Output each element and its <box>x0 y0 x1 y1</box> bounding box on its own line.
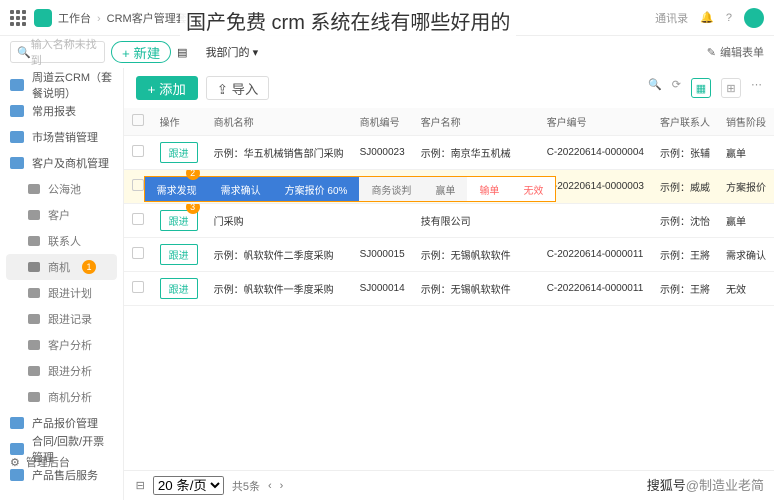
table-row[interactable]: 跟进示例：华五机械销售部门采购SJ000023示例：南京华五机械C-202206… <box>124 136 774 170</box>
flow-step[interactable]: 输单 <box>467 177 511 201</box>
sidebar: 周道云CRM（套餐说明）常用报表市场营销管理客户及商机管理公海池客户联系人商机1… <box>0 68 124 500</box>
add-button[interactable]: + 添加 <box>136 76 198 100</box>
settings-link[interactable]: ⚙ 管理后台 <box>10 454 70 470</box>
folder-icon <box>10 469 24 481</box>
flow-step[interactable]: 需求发现 <box>145 177 209 201</box>
folder-icon <box>28 236 40 246</box>
flow-step[interactable]: 需求确认 <box>209 177 273 201</box>
follow-button[interactable]: 跟进 <box>160 244 198 265</box>
folder-icon <box>10 105 24 117</box>
sidebar-item[interactable]: 市场营销管理 <box>0 124 123 150</box>
flow-step[interactable]: 方案报价 60% <box>273 177 360 201</box>
row-checkbox[interactable] <box>132 247 144 259</box>
sidebar-item[interactable]: 公海池 <box>0 176 123 202</box>
folder-icon <box>28 210 40 220</box>
folder-icon <box>28 392 40 402</box>
watermark: 搜狐号@制造业老简 <box>647 475 764 494</box>
sidebar-item[interactable]: 跟进分析 <box>0 358 123 384</box>
bell-icon[interactable]: 🔔 <box>700 11 714 24</box>
prev-page-icon[interactable]: ‹ <box>268 480 272 492</box>
edit-form-button[interactable]: ✎ 编辑表单 <box>707 44 764 60</box>
help-icon[interactable]: ? <box>726 12 732 24</box>
sidebar-item[interactable]: 周道云CRM（套餐说明） <box>0 72 123 98</box>
row-checkbox[interactable] <box>132 179 144 191</box>
filter-icon[interactable]: ▤ <box>177 46 187 59</box>
row-checkbox[interactable] <box>132 213 144 225</box>
flow-step[interactable]: 商务谈判 <box>359 177 423 201</box>
flow-step[interactable]: 无效 <box>511 177 555 201</box>
table-row[interactable]: 跟进示例：帆软软件一季度采购SJ000014示例：无锡帆软软件C-2022061… <box>124 272 774 306</box>
more-icon[interactable]: ⋯ <box>751 78 762 98</box>
overlay-title: 国产免费 crm 系统在线有哪些好用的 <box>180 4 516 37</box>
refresh-icon[interactable]: ⟳ <box>672 78 681 98</box>
import-button[interactable]: ⇪ 导入 <box>206 76 270 100</box>
folder-icon <box>10 79 24 91</box>
search-icon[interactable]: 🔍 <box>648 78 662 98</box>
folder-icon <box>28 314 40 324</box>
checkbox-all[interactable] <box>132 114 144 126</box>
logo-icon <box>34 9 52 27</box>
folder-icon <box>10 417 24 429</box>
folder-icon <box>10 157 24 169</box>
folder-icon <box>10 131 24 143</box>
data-table: 操作商机名称商机编号客户名称客户编号客户联系人销售阶段 跟进示例：华五机械销售部… <box>124 108 774 306</box>
avatar[interactable] <box>744 8 764 28</box>
dept-dropdown[interactable]: 我部门的 ▾ <box>206 44 259 60</box>
row-checkbox[interactable] <box>132 145 144 157</box>
page-size-select[interactable]: 20 条/页 <box>153 476 224 495</box>
view-list-icon[interactable]: ⊞ <box>721 78 741 98</box>
table-row[interactable]: 跟进示例：帆软软件二季度采购SJ000015示例：无锡帆软软件C-2022061… <box>124 238 774 272</box>
folder-icon <box>28 366 40 376</box>
sidebar-item[interactable]: 跟进计划 <box>0 280 123 306</box>
folder-icon <box>28 340 40 350</box>
folder-icon <box>28 184 40 194</box>
pager-collapse-icon[interactable]: ⊟ <box>136 479 145 492</box>
sidebar-item[interactable]: 商机分析 <box>0 384 123 410</box>
sidebar-item[interactable]: 常用报表 <box>0 98 123 124</box>
next-page-icon[interactable]: › <box>280 480 284 492</box>
apps-icon[interactable] <box>10 10 26 26</box>
follow-button[interactable]: 跟进 <box>160 278 198 299</box>
search-input[interactable]: 🔍 输入名称未找到 <box>10 41 105 63</box>
contacts-link[interactable]: 通讯录 <box>655 10 688 26</box>
sidebar-item[interactable]: 客户 <box>0 202 123 228</box>
sidebar-item[interactable]: 商机1 <box>6 254 117 280</box>
folder-icon <box>28 262 40 272</box>
new-button[interactable]: + 新建 <box>111 41 171 63</box>
row-checkbox[interactable] <box>132 281 144 293</box>
subheader: 🔍 输入名称未找到 + 新建 ▤ 我部门的 ▾ ✎ 编辑表单 <box>0 36 774 68</box>
flow-step[interactable]: 赢单 <box>423 177 467 201</box>
sidebar-item[interactable]: 跟进记录 <box>0 306 123 332</box>
sidebar-item[interactable]: 联系人 <box>0 228 123 254</box>
view-card-icon[interactable]: ▦ <box>691 78 711 98</box>
stage-flow: 需求发现需求确认方案报价 60%商务谈判赢单输单无效 <box>144 176 557 202</box>
table-row[interactable]: 跟进3门采购技有限公司示例：沈怡赢单 <box>124 204 774 238</box>
sidebar-item[interactable]: 客户分析 <box>0 332 123 358</box>
main-content: + 添加 ⇪ 导入 🔍 ⟳ ▦ ⊞ ⋯ 操作商机名称商机编号客户名称客户编号客户… <box>124 68 774 500</box>
folder-icon <box>28 288 40 298</box>
sidebar-item[interactable]: 客户及商机管理 <box>0 150 123 176</box>
follow-button[interactable]: 跟进 <box>160 142 198 163</box>
